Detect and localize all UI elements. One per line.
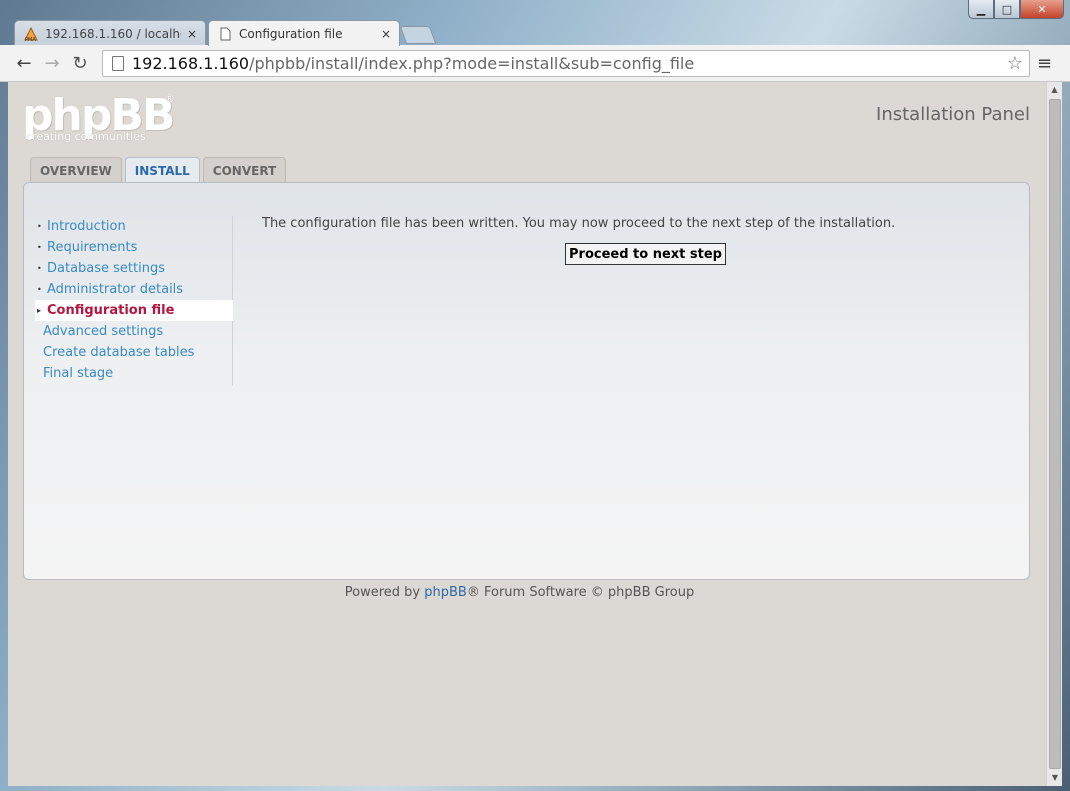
proceed-button[interactable]: Proceed to next step — [565, 243, 726, 265]
window-close-button[interactable]: ✕ — [1020, 0, 1064, 19]
status-message: The configuration file has been written.… — [262, 216, 896, 231]
step-label: Create database tables — [43, 345, 195, 360]
step-advanced-settings[interactable]: Advanced settings — [35, 321, 232, 342]
panel-title: Installation Panel — [876, 104, 1030, 125]
step-final-stage[interactable]: Final stage — [35, 363, 232, 384]
step-label: Database settings — [47, 261, 166, 276]
install-panel: • Introduction • Requirements • Database se… — [23, 182, 1030, 580]
tab-label: Configuration file — [239, 26, 343, 41]
browser-tab-configuration-file[interactable]: Configuration file × — [208, 20, 400, 46]
step-create-database-tables[interactable]: Create database tables — [35, 342, 232, 363]
step-administrator-details[interactable]: • Administrator details — [35, 279, 232, 300]
step-label: Requirements — [47, 240, 138, 255]
step-label: Advanced settings — [43, 324, 164, 339]
close-icon[interactable]: × — [381, 27, 391, 41]
step-label: Introduction — [47, 219, 126, 234]
install-steps-nav: • Introduction • Requirements • Database se… — [35, 216, 233, 386]
tab-install[interactable]: INSTALL — [124, 157, 200, 184]
bullet-icon: • — [37, 264, 42, 273]
arrow-right-icon: ▸ — [37, 306, 42, 315]
step-configuration-file[interactable]: ▸ Configuration file — [35, 300, 233, 321]
url-path: /phpbb/install/index.php?mode=install&su… — [249, 54, 695, 73]
browser-toolbar: ← → ↻ 192.168.1.160/phpbb/install/index.… — [0, 45, 1070, 82]
phpbb-link[interactable]: phpBB — [424, 585, 467, 600]
scroll-thumb[interactable] — [1049, 99, 1061, 769]
footer-suffix: ® Forum Software © phpBB Group — [466, 585, 695, 600]
logo-tagline: creating communities — [26, 130, 146, 143]
browser-menu-icon[interactable]: ≡ — [1037, 53, 1052, 74]
tab-convert[interactable]: CONVERT — [202, 157, 287, 183]
svg-text:PMA: PMA — [25, 37, 36, 42]
step-introduction[interactable]: • Introduction — [35, 216, 232, 237]
bookmark-star-icon[interactable]: ☆ — [1007, 53, 1023, 74]
page-viewport: phpBB ® creating communities Installatio… — [8, 82, 1062, 786]
phpmyadmin-icon: PMA — [23, 26, 39, 43]
page-icon — [112, 56, 124, 71]
close-icon[interactable]: × — [187, 27, 197, 41]
footer-prefix: Powered by — [344, 585, 425, 600]
maximize-button[interactable]: □ — [994, 0, 1020, 19]
bullet-icon: • — [37, 243, 42, 252]
browser-tab-strip: PMA 192.168.1.160 / localhos × Configura… — [0, 0, 1070, 46]
scroll-down-arrow-icon[interactable]: ▼ — [1047, 770, 1062, 786]
address-bar[interactable]: 192.168.1.160/phpbb/install/index.php?mo… — [102, 50, 1030, 77]
install-tabs: OVERVIEW INSTALL CONVERT — [30, 157, 289, 184]
back-arrow-icon[interactable]: ← — [10, 53, 38, 74]
bullet-icon: • — [37, 222, 42, 231]
step-label: Administrator details — [47, 282, 184, 297]
forward-arrow-icon[interactable]: → — [38, 53, 66, 74]
step-label: Final stage — [43, 366, 114, 381]
scroll-up-arrow-icon[interactable]: ▲ — [1047, 82, 1062, 98]
footer: Powered by phpBB® Forum Software © phpBB… — [8, 585, 1031, 600]
tab-overview[interactable]: OVERVIEW — [30, 157, 122, 183]
step-requirements[interactable]: • Requirements — [35, 237, 232, 258]
vertical-scrollbar[interactable]: ▲ ▼ — [1046, 82, 1062, 786]
window-controls: ▁ □ ✕ — [968, 0, 1064, 19]
logo-registered-mark: ® — [164, 92, 175, 105]
step-label: Configuration file — [47, 303, 175, 318]
page-icon — [217, 26, 233, 42]
browser-tab-phpmyadmin[interactable]: PMA 192.168.1.160 / localhos × — [14, 20, 206, 46]
minimize-button[interactable]: ▁ — [968, 0, 994, 19]
new-tab-button[interactable] — [399, 26, 437, 44]
reload-icon[interactable]: ↻ — [66, 53, 94, 74]
bullet-icon: • — [37, 285, 42, 294]
tab-label: 192.168.1.160 / localhos — [45, 26, 181, 41]
step-database-settings[interactable]: • Database settings — [35, 258, 232, 279]
url-host: 192.168.1.160 — [132, 54, 250, 73]
